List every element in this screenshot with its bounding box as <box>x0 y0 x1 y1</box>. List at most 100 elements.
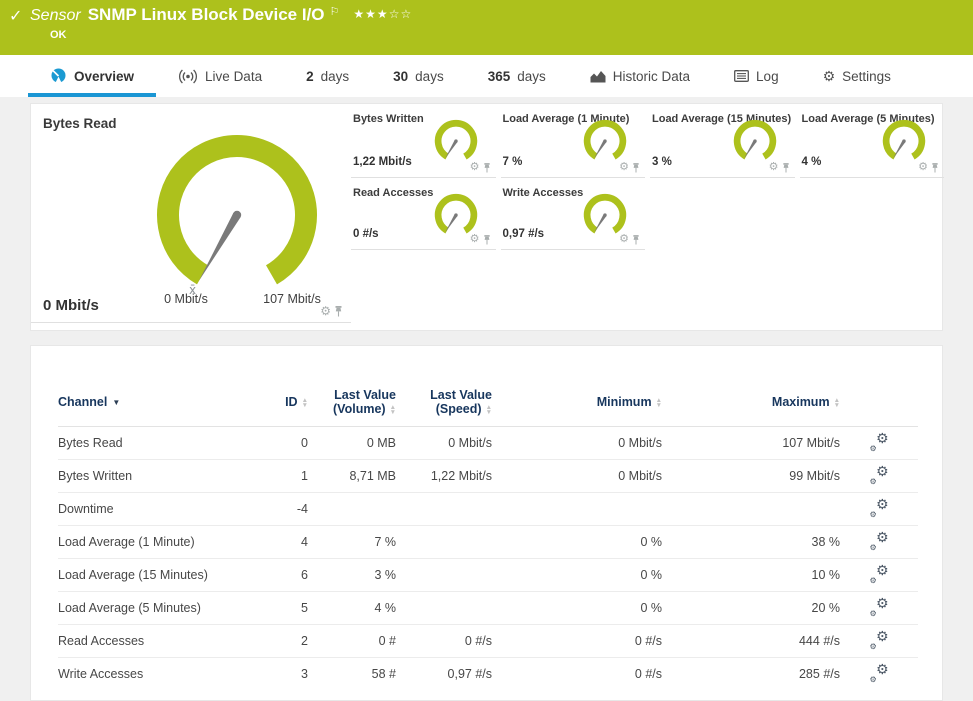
table-row: Load Average (1 Minute) 4 7 % 0 % 38 % ⚙… <box>58 526 918 559</box>
channel-settings-icon[interactable]: ⚙⚙ <box>870 466 889 483</box>
table-row: Downtime -4 ⚙⚙ <box>58 493 918 526</box>
maximum: 20 % <box>662 592 840 625</box>
gauge-settings-icon[interactable]: ⚙ <box>320 305 331 317</box>
column-header-id[interactable]: ID▲▼ <box>258 382 308 427</box>
channel-settings-icon[interactable]: ⚙⚙ <box>870 598 889 615</box>
channel-id: 5 <box>258 592 308 625</box>
tab-label: days <box>321 69 350 84</box>
maximum: 285 #/s <box>662 658 840 691</box>
stars-empty[interactable]: ☆☆ <box>389 7 413 21</box>
gauge-settings-icon[interactable]: ⚙ <box>769 162 779 173</box>
channel-id: 2 <box>258 625 308 658</box>
tab-label: Settings <box>842 69 891 84</box>
channel-id: 0 <box>258 427 308 460</box>
maximum: 38 % <box>662 526 840 559</box>
last-value-speed <box>396 526 492 559</box>
tab-bar: Overview Live Data 2 days 30 days 365 da… <box>0 55 973 97</box>
load-average-5-minutes-gauge <box>877 117 931 167</box>
column-header-last-value-volume[interactable]: Last Value(Volume)▲▼ <box>308 382 396 427</box>
channel-name: Downtime <box>58 493 258 526</box>
maximum: 10 % <box>662 559 840 592</box>
maximum: 444 #/s <box>662 625 840 658</box>
gauge-cell-read-accesses: Read Accesses 0 #/s ⚙ <box>351 178 496 250</box>
gauge-settings-icon[interactable]: ⚙ <box>619 162 629 173</box>
tab-30-days[interactable]: 30 days <box>371 55 466 97</box>
sort-icon: ▲▼ <box>834 398 840 408</box>
sensor-status: OK <box>50 29 67 41</box>
minimum: 0 % <box>492 526 662 559</box>
minimum: 0 #/s <box>492 658 662 691</box>
tab-label: Live Data <box>205 69 262 84</box>
pin-icon[interactable] <box>782 163 790 173</box>
last-value-volume: 58 # <box>308 658 396 691</box>
gauge-icon <box>50 68 67 84</box>
sensor-kicker: Sensor <box>30 7 81 24</box>
flag-icon[interactable]: ⚐ <box>330 6 340 18</box>
column-header-channel[interactable]: Channel▼ <box>58 382 258 427</box>
gauge-settings-icon[interactable]: ⚙ <box>619 234 629 245</box>
last-value-speed <box>396 559 492 592</box>
maximum: 107 Mbit/s <box>662 427 840 460</box>
channel-name: Bytes Written <box>58 460 258 493</box>
column-header-last-value-speed[interactable]: Last Value(Speed)▲▼ <box>396 382 492 427</box>
last-value-volume: 8,71 MB <box>308 460 396 493</box>
channel-name: Write Accesses <box>58 658 258 691</box>
tab-number: 2 <box>306 69 314 84</box>
channel-name: Read Accesses <box>58 625 258 658</box>
pin-icon[interactable] <box>483 235 491 245</box>
pin-icon[interactable] <box>931 163 939 173</box>
tab-settings[interactable]: ⚙ Settings <box>801 55 913 97</box>
last-value-speed: 0 Mbit/s <box>396 427 492 460</box>
channel-settings-icon[interactable]: ⚙⚙ <box>870 433 889 450</box>
column-header-minimum[interactable]: Minimum▲▼ <box>492 382 662 427</box>
minimum: 0 Mbit/s <box>492 460 662 493</box>
stars-filled[interactable]: ★★★ <box>353 7 388 21</box>
tab-live-data[interactable]: Live Data <box>156 55 284 97</box>
column-header-maximum[interactable]: Maximum▲▼ <box>662 382 840 427</box>
channel-settings-icon[interactable]: ⚙⚙ <box>870 565 889 582</box>
sort-icon: ▲▼ <box>486 405 492 415</box>
tab-365-days[interactable]: 365 days <box>466 55 568 97</box>
gauge-settings-icon[interactable]: ⚙ <box>918 162 928 173</box>
gauge-settings-icon[interactable]: ⚙ <box>470 162 480 173</box>
channel-settings-icon[interactable]: ⚙⚙ <box>870 664 889 681</box>
tab-log[interactable]: Log <box>712 55 801 97</box>
channel-settings-icon[interactable]: ⚙⚙ <box>870 499 889 516</box>
channel-id: 4 <box>258 526 308 559</box>
channel-settings-icon[interactable]: ⚙⚙ <box>870 532 889 549</box>
sensor-header: ✓ Sensor SNMP Linux Block Device I/O ⚐ ★★★☆… <box>0 0 973 55</box>
maximum: 99 Mbit/s <box>662 460 840 493</box>
bytes-written-gauge <box>429 117 483 167</box>
gauge-title: Bytes Read <box>43 116 117 131</box>
ok-check-icon: ✓ <box>9 6 22 26</box>
pin-icon[interactable] <box>632 163 640 173</box>
last-value-speed <box>396 493 492 526</box>
sort-icon: ▲▼ <box>302 398 308 408</box>
gauge-value: 0,97 #/s <box>503 228 545 240</box>
last-value-speed: 0 #/s <box>396 625 492 658</box>
gauge-value: 7 % <box>503 156 523 168</box>
pin-icon[interactable] <box>334 306 343 317</box>
broadcast-icon <box>178 69 198 84</box>
gauge-cell-write-accesses: Write Accesses 0,97 #/s ⚙ <box>501 178 646 250</box>
tab-2-days[interactable]: 2 days <box>284 55 371 97</box>
pin-icon[interactable] <box>632 235 640 245</box>
minimum: 0 % <box>492 592 662 625</box>
sort-desc-icon: ▼ <box>112 398 120 407</box>
channel-settings-icon[interactable]: ⚙⚙ <box>870 631 889 648</box>
gauge-cell-load-average-15-minutes: Load Average (15 Minutes) 3 % ⚙ <box>650 104 795 178</box>
table-row: Read Accesses 2 0 # 0 #/s 0 #/s 444 #/s … <box>58 625 918 658</box>
gauge-cell-bytes-read: Bytes Read x̄ 0 Mbit/s 107 Mbit/s 0 Mbit… <box>31 104 351 323</box>
tab-overview[interactable]: Overview <box>28 55 156 97</box>
tab-number: 30 <box>393 69 408 84</box>
channel-id: -4 <box>258 493 308 526</box>
table-row: Bytes Written 1 8,71 MB 1,22 Mbit/s 0 Mb… <box>58 460 918 493</box>
channel-id: 1 <box>258 460 308 493</box>
gauge-settings-icon[interactable]: ⚙ <box>470 234 480 245</box>
pin-icon[interactable] <box>483 163 491 173</box>
sensor-title: SNMP Linux Block Device I/O <box>88 5 325 24</box>
tab-historic-data[interactable]: Historic Data <box>568 55 712 97</box>
last-value-speed: 0,97 #/s <box>396 658 492 691</box>
priority-stars[interactable]: ★★★☆☆ <box>353 7 412 21</box>
tab-label: Overview <box>74 69 134 84</box>
